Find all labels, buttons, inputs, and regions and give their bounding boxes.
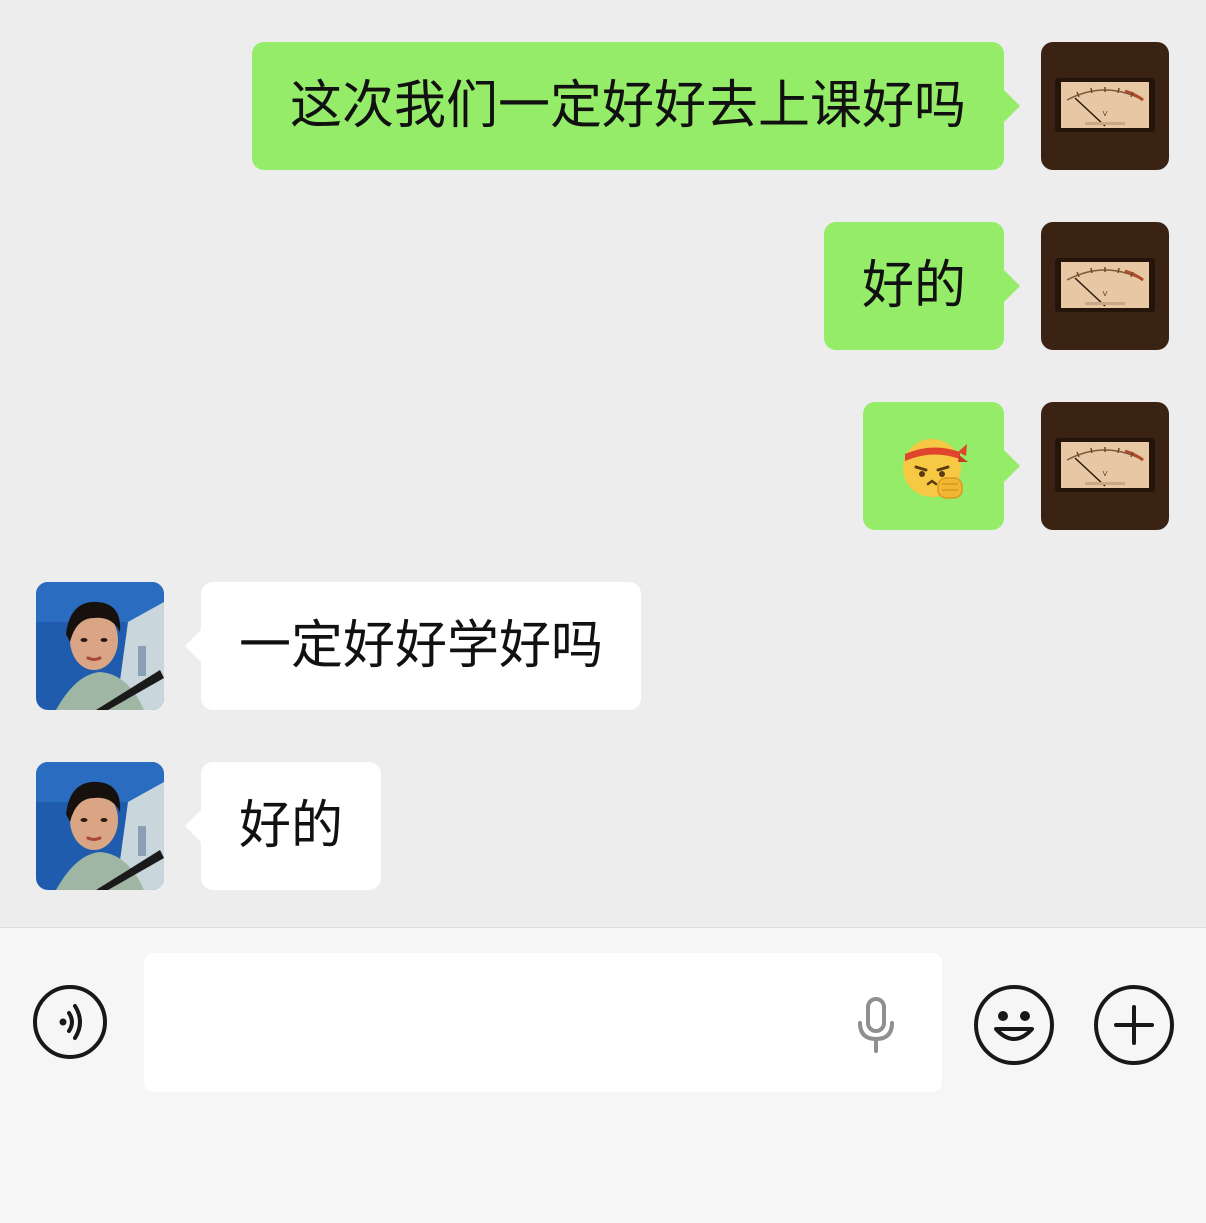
message-input[interactable] (164, 953, 828, 1094)
portrait-avatar-image (36, 762, 164, 890)
vu-meter-avatar-image: V (1041, 42, 1169, 170)
message-bubble[interactable]: 好的 (823, 222, 1021, 350)
smiley-icon (994, 1011, 1034, 1041)
svg-text:V: V (1103, 290, 1108, 298)
message-row-outgoing: V (0, 402, 1206, 532)
message-bubble[interactable]: 这次我们一定好好去上课好吗 (251, 42, 1021, 170)
message-row-outgoing: 这次我们一定好好去上课好吗 V (0, 42, 1206, 172)
input-bar (0, 927, 1206, 1223)
message-bubble[interactable]: 好的 (184, 762, 382, 890)
self-avatar[interactable]: V (1041, 42, 1169, 170)
vu-meter-avatar-image: V (1041, 222, 1169, 350)
message-row-incoming: 一定好好学好吗 (0, 582, 1206, 712)
message-bubble[interactable]: 一定好好学好吗 (184, 582, 642, 710)
self-avatar[interactable]: V (1041, 222, 1169, 350)
voice-wave-icon (59, 1004, 82, 1040)
voice-button[interactable] (33, 985, 107, 1059)
emoji-button[interactable] (974, 985, 1054, 1065)
contact-avatar[interactable] (36, 762, 164, 890)
portrait-avatar-image (36, 582, 164, 710)
message-row-incoming: 好的 (0, 762, 1206, 892)
message-row-outgoing: 好的 V (0, 222, 1206, 352)
more-button[interactable] (1094, 985, 1174, 1065)
svg-text:V: V (1103, 470, 1108, 478)
contact-avatar[interactable] (36, 582, 164, 710)
microphone-icon[interactable] (852, 997, 900, 1053)
message-input-box[interactable] (144, 953, 942, 1094)
chat-area[interactable]: 这次我们一定好好去上课好吗 V 好的 V V 一定好好学好吗 好的 (0, 0, 1206, 927)
vu-meter-avatar-image: V (1041, 402, 1169, 530)
determined-headband-fist-emoji-icon (902, 439, 968, 499)
emoji-message-bubble[interactable] (863, 402, 1020, 530)
svg-text:V: V (1103, 110, 1108, 118)
self-avatar[interactable]: V (1041, 402, 1169, 530)
plus-icon (1114, 1005, 1154, 1045)
